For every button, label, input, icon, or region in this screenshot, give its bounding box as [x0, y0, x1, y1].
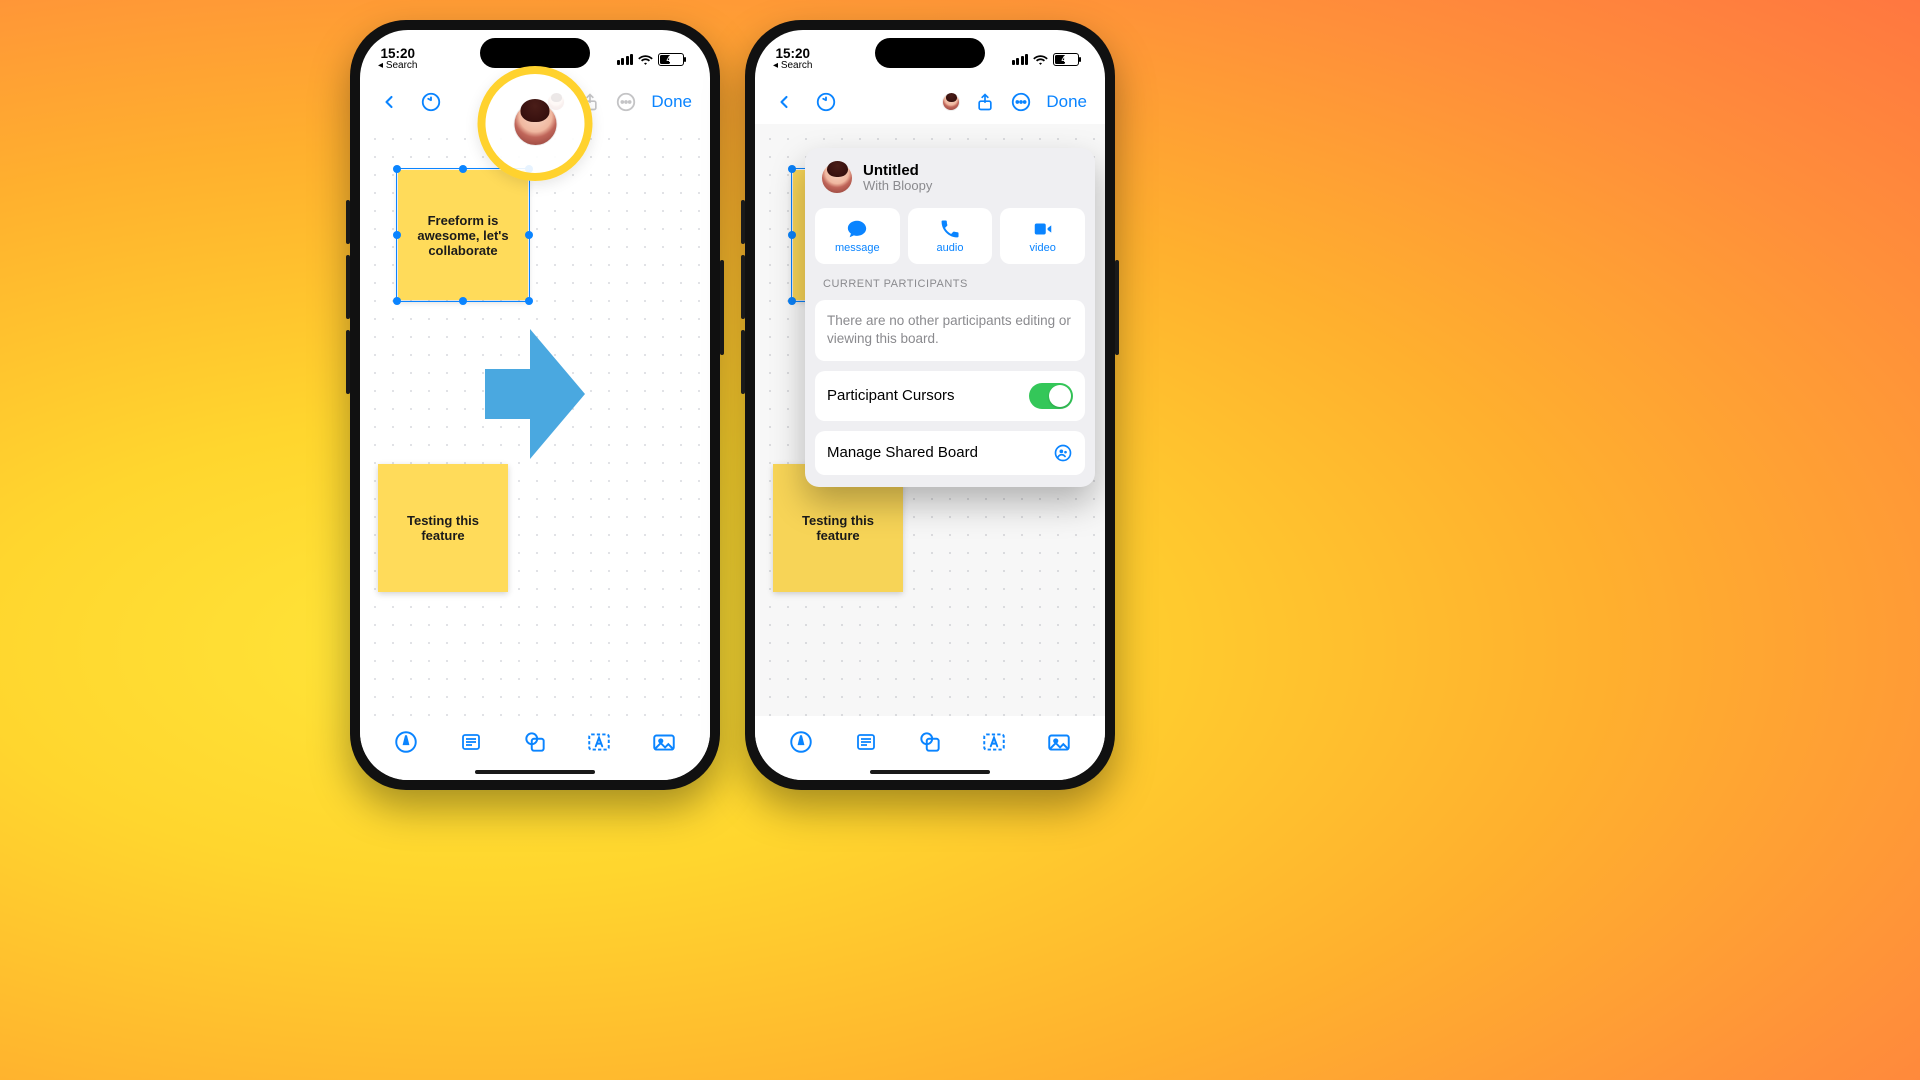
message-icon — [846, 218, 868, 240]
cellular-icon — [617, 54, 634, 65]
arrow-shape[interactable] — [475, 319, 585, 469]
wifi-icon — [1033, 52, 1048, 67]
manage-shared-board-row[interactable]: Manage Shared Board — [815, 431, 1085, 475]
participants-heading: CURRENT PARTICIPANTS — [815, 274, 1085, 290]
video-label: video — [1030, 242, 1056, 254]
sticky-note-2[interactable]: Testing this feature — [378, 464, 508, 592]
board-subtitle: With Bloopy — [863, 179, 932, 194]
popover-header: Untitled With Bloopy — [815, 160, 1085, 198]
more-button[interactable] — [1010, 91, 1032, 113]
contact-actions-row: message audio video — [815, 208, 1085, 264]
toolbar: Done — [755, 80, 1105, 124]
people-icon — [1053, 443, 1073, 463]
home-indicator[interactable] — [475, 770, 595, 774]
phone-icon — [939, 218, 961, 240]
phone-right: 15:20 Search 43 — [745, 20, 1115, 790]
more-button[interactable] — [615, 91, 637, 113]
wifi-icon — [638, 52, 653, 67]
screen-left: 15:20 Search 43 — [360, 30, 710, 780]
freeform-canvas[interactable]: Freeform is awesome, let's collaborate T… — [360, 124, 710, 716]
sticky-note-2-text: Testing this feature — [783, 513, 893, 543]
dynamic-island — [480, 38, 590, 68]
back-button[interactable] — [378, 91, 400, 113]
pen-tool[interactable] — [391, 727, 421, 757]
cellular-icon — [1012, 54, 1029, 65]
board-title: Untitled — [863, 162, 932, 179]
shapes-tool[interactable] — [520, 727, 550, 757]
pen-tool[interactable] — [786, 727, 816, 757]
collaboration-avatar-button[interactable] — [942, 93, 960, 111]
done-button[interactable]: Done — [651, 92, 692, 112]
sticky-tool[interactable] — [456, 727, 486, 757]
phone-left: 15:20 Search 43 — [350, 20, 720, 790]
shapes-tool[interactable] — [915, 727, 945, 757]
participant-cursors-toggle[interactable] — [1029, 383, 1073, 409]
participant-cursors-label: Participant Cursors — [827, 387, 955, 404]
callout-highlight-ring — [478, 66, 593, 181]
status-right: 43 — [617, 52, 685, 67]
participants-empty-card: There are no other participants editing … — [815, 300, 1085, 360]
sticky-note-2-text: Testing this feature — [388, 513, 498, 543]
audio-label: audio — [937, 242, 964, 254]
battery-icon: 43 — [1053, 53, 1079, 66]
back-button[interactable] — [773, 91, 795, 113]
dynamic-island — [875, 38, 985, 68]
screen-right: 15:20 Search 43 — [755, 30, 1105, 780]
undo-button[interactable] — [815, 91, 837, 113]
text-tool[interactable] — [979, 727, 1009, 757]
status-time: 15:20 — [773, 47, 813, 61]
message-label: message — [835, 242, 880, 254]
media-tool[interactable] — [1044, 727, 1074, 757]
participant-cursors-row[interactable]: Participant Cursors — [815, 371, 1085, 421]
callout-avatar — [513, 102, 557, 146]
sticky-tool[interactable] — [851, 727, 881, 757]
video-icon — [1032, 218, 1054, 240]
back-to-search[interactable]: Search — [773, 61, 813, 72]
back-to-search[interactable]: Search — [378, 61, 418, 72]
undo-button[interactable] — [420, 91, 442, 113]
sticky-note-1[interactable]: Freeform is awesome, let's collaborate — [398, 170, 528, 300]
audio-button[interactable]: audio — [908, 208, 993, 264]
collaboration-popover: Untitled With Bloopy message audio video — [805, 148, 1095, 487]
popover-avatar — [821, 162, 853, 194]
video-button[interactable]: video — [1000, 208, 1085, 264]
done-button[interactable]: Done — [1046, 92, 1087, 112]
media-tool[interactable] — [649, 727, 679, 757]
message-button[interactable]: message — [815, 208, 900, 264]
text-tool[interactable] — [584, 727, 614, 757]
home-indicator[interactable] — [870, 770, 990, 774]
sticky-note-1-text: Freeform is awesome, let's collaborate — [408, 213, 518, 258]
status-right: 43 — [1012, 52, 1080, 67]
status-time: 15:20 — [378, 47, 418, 61]
share-button[interactable] — [974, 91, 996, 113]
battery-icon: 43 — [658, 53, 684, 66]
manage-shared-board-label: Manage Shared Board — [827, 444, 978, 461]
